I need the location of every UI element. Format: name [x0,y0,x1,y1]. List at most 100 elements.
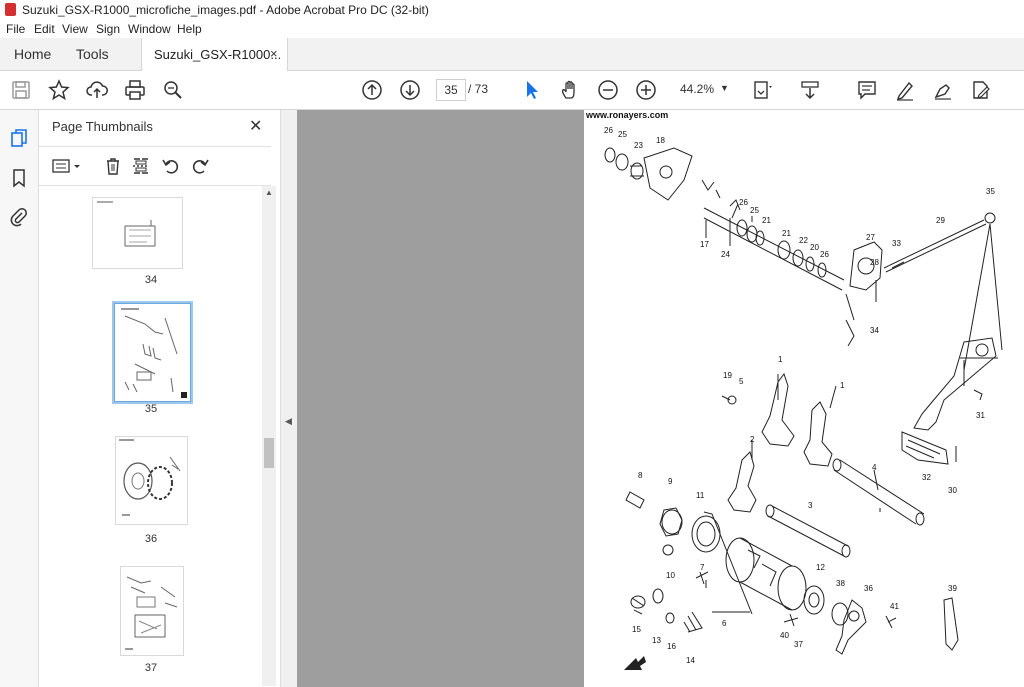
callout-26c: 26 [820,250,829,259]
edit-pdf-icon[interactable] [970,79,992,101]
acrobat-app-icon [5,3,16,16]
menu-sign[interactable]: Sign [96,22,120,36]
zoom-level-select[interactable]: 44.2% ▼ [672,79,734,99]
page-thumbnails-panel: Page Thumbnails ✕ 34 35 36 37 ▲ [39,110,280,687]
panel-close-icon[interactable]: ✕ [249,116,262,136]
bookmark-star-icon[interactable] [48,79,70,101]
callout-40: 40 [780,631,789,640]
callout-3: 3 [808,501,813,510]
callout-31: 31 [976,411,985,420]
hand-tool-icon[interactable] [559,79,581,101]
panel-splitter[interactable]: ◀ [280,110,298,687]
callout-38: 38 [836,579,845,588]
callout-labels: 26 25 23 18 35 26 25 21 29 17 24 21 22 2… [604,126,995,665]
menu-file[interactable]: File [6,22,25,36]
menu-bar: File Edit View Sign Window Help [0,20,1024,38]
callout-8: 8 [638,471,643,480]
prev-page-icon[interactable] [361,79,383,101]
callout-41: 41 [890,602,899,611]
callout-22: 22 [799,236,808,245]
tab-document-label: Suzuki_GSX-R1000... [154,47,282,62]
menu-help[interactable]: Help [177,22,202,36]
thumbnail-page-36[interactable] [115,436,188,525]
fill-sign-icon[interactable] [932,79,954,101]
callout-39: 39 [948,584,957,593]
callout-15: 15 [632,625,641,634]
callout-16: 16 [667,642,676,651]
callout-5: 5 [739,377,744,386]
extract-pages-icon[interactable] [131,156,151,176]
window-title: Suzuki_GSX-R1000_microfiche_images.pdf -… [22,3,429,17]
search-zoom-icon[interactable] [162,79,184,101]
rotate-counterclockwise-icon[interactable] [161,156,181,176]
thumbnail-scrollbar[interactable]: ▲ [262,186,276,686]
thumbnail-page-34[interactable] [92,197,183,269]
callout-12: 12 [816,563,825,572]
scroll-up-icon[interactable]: ▲ [265,188,273,197]
highlight-pen-icon[interactable] [894,79,916,101]
next-page-icon[interactable] [399,79,421,101]
comment-icon[interactable] [856,79,878,101]
page-thumbnails-icon[interactable] [9,128,29,148]
callout-18: 18 [656,136,665,145]
scroll-mode-icon[interactable] [799,79,821,101]
menu-view[interactable]: View [62,22,88,36]
pdf-page[interactable]: www.ronayers.com 26 25 23 18 35 26 25 21… [584,110,1024,687]
rotate-clockwise-icon[interactable] [190,156,210,176]
callout-2: 2 [750,435,755,444]
select-cursor-icon[interactable] [521,79,543,101]
callout-19: 19 [723,371,732,380]
callout-21: 21 [762,216,771,225]
thumbnail-list: 34 35 36 37 [39,186,261,686]
callout-11: 11 [696,491,705,500]
callout-33: 33 [892,239,901,248]
tab-close-icon[interactable]: × [270,46,278,61]
tab-bar: Home Tools Suzuki_GSX-R1000... × [0,38,1024,71]
thumbnail-page-37[interactable] [120,566,184,656]
callout-10: 10 [666,571,675,580]
document-viewer-background [297,110,584,687]
bookmarks-icon[interactable] [9,168,29,188]
parts-exploded-diagram: 26 25 23 18 35 26 25 21 29 17 24 21 22 2… [604,126,1003,670]
page-number-input[interactable]: 35 [436,79,466,101]
callout-21b: 21 [782,229,791,238]
zoom-out-icon[interactable] [597,79,619,101]
delete-page-icon[interactable] [103,156,123,176]
callout-13: 13 [652,636,661,645]
callout-30: 30 [948,486,957,495]
tab-home[interactable]: Home [14,46,51,62]
tab-tools[interactable]: Tools [76,46,109,62]
callout-1: 1 [778,355,783,364]
upload-cloud-icon[interactable] [86,79,108,101]
menu-edit[interactable]: Edit [34,22,55,36]
attachments-icon[interactable] [9,207,29,227]
zoom-in-icon[interactable] [635,79,657,101]
thumbnail-page-34-preview [97,201,156,247]
thumbnail-options-icon[interactable] [52,156,86,176]
save-icon[interactable] [10,79,32,101]
collapse-panel-icon[interactable]: ◀ [285,416,292,427]
main-toolbar: 35 / 73 44.2% ▼ [0,71,1024,110]
callout-20: 20 [810,243,819,252]
callout-32: 32 [922,473,931,482]
zoom-dropdown-icon[interactable]: ▼ [720,78,729,98]
callout-25b: 25 [750,206,759,215]
callout-26b: 26 [739,198,748,207]
callout-29: 29 [936,216,945,225]
callout-1b: 1 [840,381,845,390]
callout-17: 17 [700,240,709,249]
thumbnail-page-35[interactable] [112,301,193,404]
callout-34: 34 [870,326,879,335]
callout-23: 23 [634,141,643,150]
page-view-icon[interactable] [752,79,774,101]
callout-7: 7 [700,563,705,572]
callout-25: 25 [618,130,627,139]
thumbnail-scrollbar-thumb[interactable] [264,438,274,468]
print-icon[interactable] [124,79,146,101]
callout-24: 24 [721,250,730,259]
callout-28: 28 [870,258,879,267]
thumbnail-label-37: 37 [144,662,158,674]
menu-window[interactable]: Window [128,22,171,36]
callout-9: 9 [668,477,673,486]
tab-document[interactable]: Suzuki_GSX-R1000... × [141,38,288,71]
